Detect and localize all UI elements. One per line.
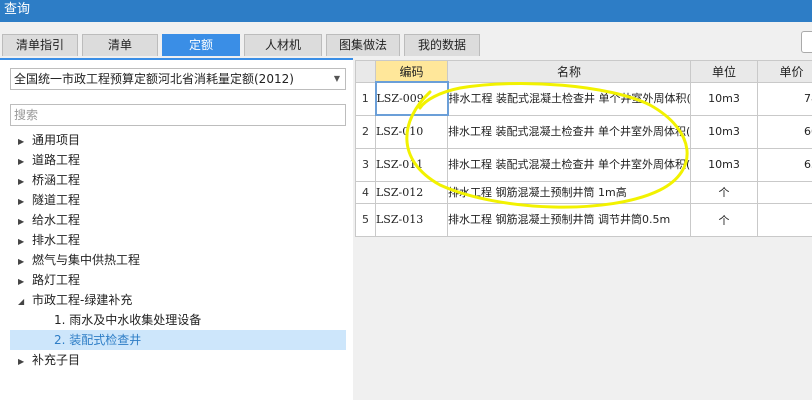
quota-library-value: 全国统一市政工程预算定额河北省消耗量定额(2012) xyxy=(14,72,294,86)
tree-item-bridge[interactable]: ▶ 桥涵工程 xyxy=(18,170,80,190)
triangle-right-icon[interactable]: ▶ xyxy=(18,172,32,192)
column-header-price[interactable]: 单价 xyxy=(757,60,812,83)
tree-item-label: 给水工程 xyxy=(32,213,81,227)
quota-tree-panel: 全国统一市政工程预算定额河北省消耗量定额(2012) ▼ ▶通用项目 ▶道路工程… xyxy=(0,58,353,400)
code-cell[interactable]: LSZ-013 xyxy=(375,202,448,237)
table-header-row: 编码 名称 单位 单价 xyxy=(355,60,812,83)
triangle-right-icon[interactable]: ▶ xyxy=(18,132,32,152)
chevron-down-icon: ▼ xyxy=(333,74,340,83)
row-number-header xyxy=(355,60,376,83)
table-row[interactable]: 2 LSZ-010 排水工程 装配式混凝土检查井 单个井室外周体积(m3) 3以… xyxy=(355,114,812,149)
triangle-right-icon[interactable]: ▶ xyxy=(18,192,32,212)
triangle-right-icon[interactable]: ▶ xyxy=(18,352,32,372)
tree-item-label: 路灯工程 xyxy=(32,273,81,287)
tree-item-label: 道路工程 xyxy=(32,153,81,167)
tree-item-label: 桥涵工程 xyxy=(32,173,81,187)
search-input[interactable] xyxy=(10,104,346,126)
quota-library-select[interactable]: 全国统一市政工程预算定额河北省消耗量定额(2012) ▼ xyxy=(10,68,346,90)
unit-cell[interactable]: 10m3 xyxy=(690,114,758,149)
tree-item-general[interactable]: ▶ 通用项目 xyxy=(18,130,80,150)
triangle-right-icon[interactable]: ▶ xyxy=(18,252,32,272)
tree-item-street-light[interactable]: ▶ 路灯工程 xyxy=(18,270,80,290)
column-header-unit[interactable]: 单位 xyxy=(690,60,758,83)
table-row[interactable]: 3 LSZ-011 排水工程 装配式混凝土检查井 单个井室外周体积(m3) 5以… xyxy=(355,147,812,182)
tree-item-rainwater-equipment[interactable]: 1. 雨水及中水收集处理设备 xyxy=(54,310,201,330)
tree-item-label: 隧道工程 xyxy=(32,193,81,207)
row-number: 3 xyxy=(355,147,376,182)
tree-item-gas-heating[interactable]: ▶ 燃气与集中供热工程 xyxy=(18,250,140,270)
tree-item-label: 燃气与集中供热工程 xyxy=(32,253,141,267)
price-cell[interactable]: 1 xyxy=(757,202,812,237)
row-number: 1 xyxy=(355,81,376,116)
code-cell[interactable]: LSZ-009 xyxy=(374,81,449,116)
tab-bar: 清单指引 清单 定额 人材机 图集做法 我的数据 xyxy=(0,22,812,58)
tree-item-supplementary[interactable]: ▶ 补充子目 xyxy=(18,350,80,370)
unit-cell[interactable]: 10m3 xyxy=(690,81,758,116)
tab-quota[interactable]: 定额 xyxy=(162,34,240,56)
toolbar-input-box[interactable] xyxy=(801,31,812,53)
tree-item-road[interactable]: ▶ 道路工程 xyxy=(18,150,80,170)
code-cell[interactable]: LSZ-010 xyxy=(375,114,448,149)
tab-atlas-practice[interactable]: 图集做法 xyxy=(326,34,400,56)
quota-grid-area: 编码 名称 单位 单价 1 LSZ-009 排水工程 装配式混凝土检查井 单个井… xyxy=(354,58,812,400)
window-title-bar: 查询 xyxy=(0,0,812,22)
code-cell[interactable]: LSZ-011 xyxy=(375,147,448,182)
tree-item-drainage[interactable]: ▶ 排水工程 xyxy=(18,230,80,250)
price-cell[interactable]: 1 xyxy=(757,180,812,204)
tree-item-label: 补充子目 xyxy=(32,353,81,367)
triangle-down-icon[interactable]: ◢ xyxy=(18,292,32,312)
column-header-code[interactable]: 编码 xyxy=(375,60,448,83)
tab-labor-material-machine[interactable]: 人材机 xyxy=(244,34,322,56)
tab-list[interactable]: 清单 xyxy=(82,34,158,56)
name-cell[interactable]: 排水工程 钢筋混凝土预制井筒 1m高 xyxy=(447,180,691,204)
table-row[interactable]: 4 LSZ-012 排水工程 钢筋混凝土预制井筒 1m高 个 1 xyxy=(355,180,812,204)
tab-my-data[interactable]: 我的数据 xyxy=(404,34,480,56)
row-number: 2 xyxy=(355,114,376,149)
tree-item-water-supply[interactable]: ▶ 给水工程 xyxy=(18,210,80,230)
table-row[interactable]: 5 LSZ-013 排水工程 钢筋混凝土预制井筒 调节井筒0.5m 个 1 xyxy=(355,202,812,237)
triangle-right-icon[interactable]: ▶ xyxy=(18,212,32,232)
name-cell[interactable]: 排水工程 装配式混凝土检查井 单个井室外周体积(m3) 3以内 xyxy=(447,114,691,149)
tree-item-label: 2. 装配式检查井 xyxy=(54,333,142,347)
tree-item-tunnel[interactable]: ▶ 隧道工程 xyxy=(18,190,80,210)
tree-item-label: 通用项目 xyxy=(32,133,81,147)
tree-item-label: 排水工程 xyxy=(32,233,81,247)
tree-item-prefab-manhole[interactable]: 2. 装配式检查井 xyxy=(10,330,346,350)
triangle-right-icon[interactable]: ▶ xyxy=(18,152,32,172)
column-header-name[interactable]: 名称 xyxy=(447,60,691,83)
tree-item-green-building-supplement[interactable]: ◢ 市政工程-绿建补充 xyxy=(18,290,132,310)
tab-list-guide[interactable]: 清单指引 xyxy=(2,34,78,56)
unit-cell[interactable]: 10m3 xyxy=(690,147,758,182)
price-cell[interactable]: 662 xyxy=(757,114,812,149)
name-cell[interactable]: 排水工程 装配式混凝土检查井 单个井室外周体积(m3) 1以内 xyxy=(447,81,691,116)
name-cell[interactable]: 排水工程 装配式混凝土检查井 单个井室外周体积(m3) 5以内 xyxy=(447,147,691,182)
tree-item-label: 市政工程-绿建补充 xyxy=(32,293,133,307)
unit-cell[interactable]: 个 xyxy=(690,202,758,237)
row-number: 4 xyxy=(355,180,376,204)
price-cell[interactable]: 633 xyxy=(757,147,812,182)
row-number: 5 xyxy=(355,202,376,237)
window-title: 查询 xyxy=(4,2,31,17)
table-row[interactable]: 1 LSZ-009 排水工程 装配式混凝土检查井 单个井室外周体积(m3) 1以… xyxy=(355,81,812,116)
name-cell[interactable]: 排水工程 钢筋混凝土预制井筒 调节井筒0.5m xyxy=(447,202,691,237)
code-cell[interactable]: LSZ-012 xyxy=(375,180,448,204)
price-cell[interactable]: 781 xyxy=(757,81,812,116)
quota-table: 编码 名称 单位 单价 1 LSZ-009 排水工程 装配式混凝土检查井 单个井… xyxy=(355,60,812,237)
tree-item-label: 1. 雨水及中水收集处理设备 xyxy=(54,313,202,327)
triangle-right-icon[interactable]: ▶ xyxy=(18,232,32,252)
unit-cell[interactable]: 个 xyxy=(690,180,758,204)
triangle-right-icon[interactable]: ▶ xyxy=(18,272,32,292)
